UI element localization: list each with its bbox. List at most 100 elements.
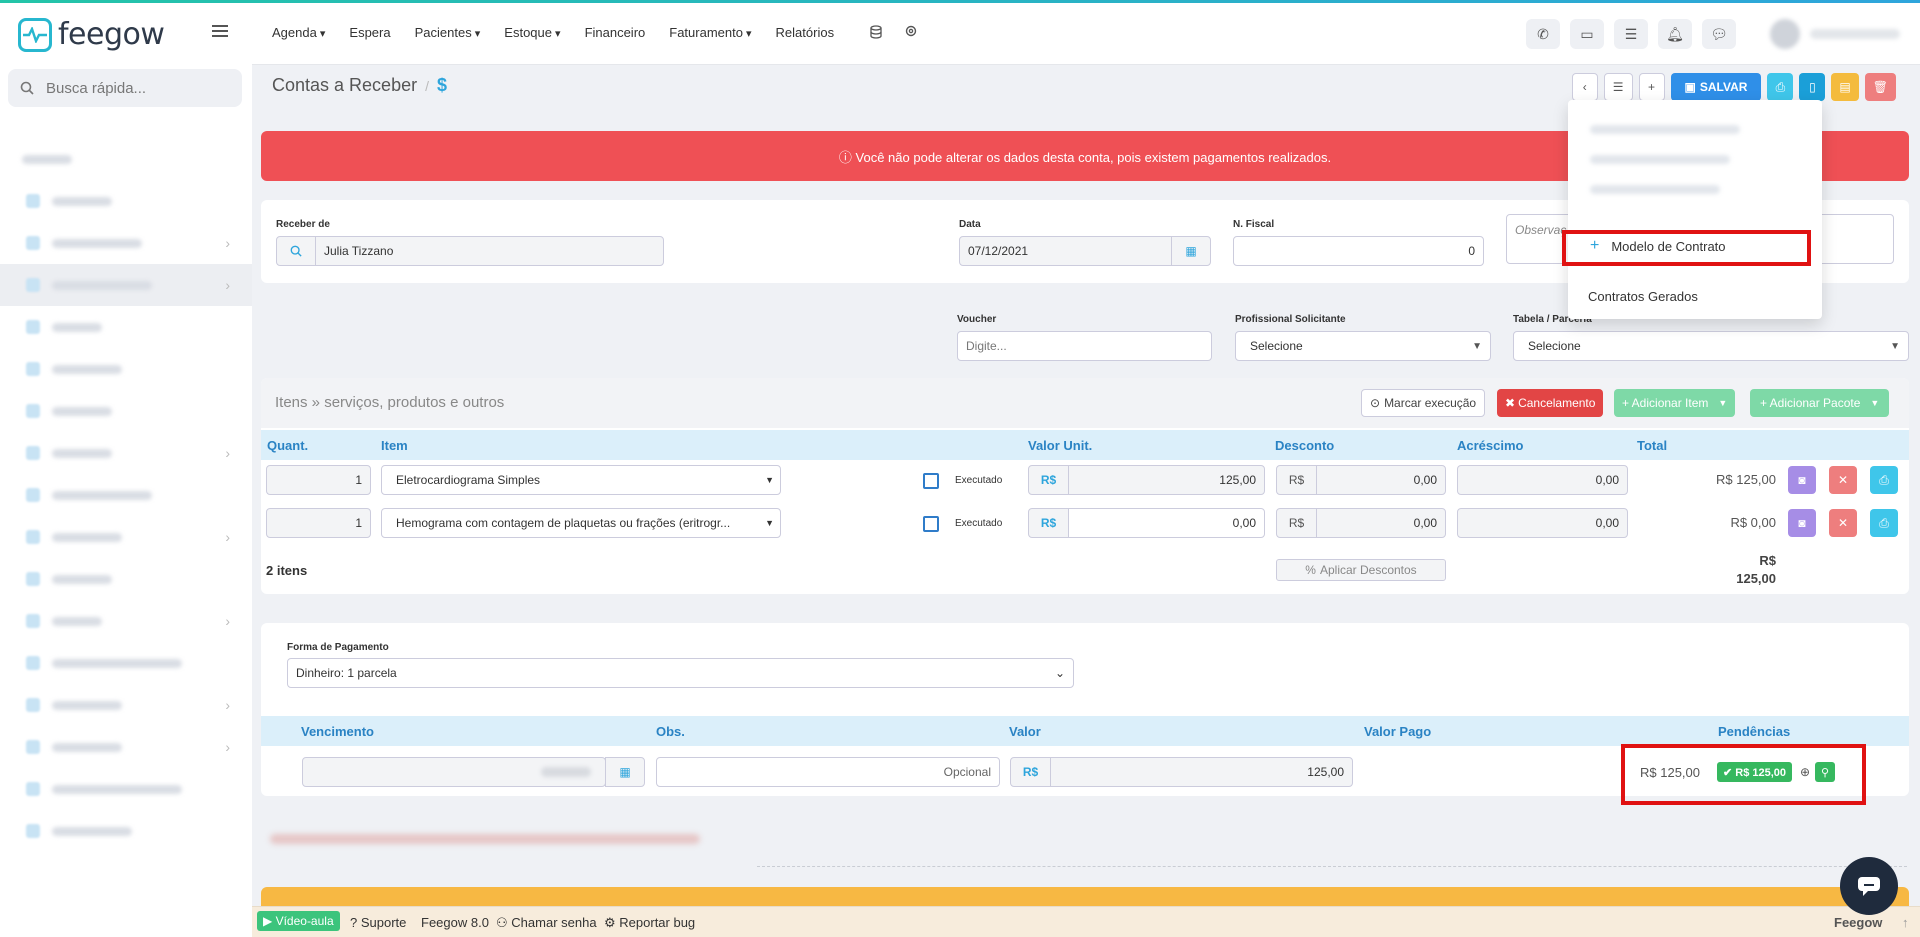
scroll-top-icon[interactable]: ↑ <box>1902 915 1909 930</box>
sidebar-item[interactable]: › <box>0 222 252 264</box>
phone-icon[interactable]: ✆ <box>1526 19 1560 49</box>
camera-button[interactable]: ◙ <box>1788 466 1816 494</box>
contratos-gerados-item[interactable]: Contratos Gerados <box>1588 289 1698 304</box>
sidebar-item[interactable] <box>0 180 252 222</box>
sidebar-item[interactable] <box>0 306 252 348</box>
desconto-value: 0,00 <box>1413 473 1437 487</box>
aplicar-descontos-button[interactable]: % Aplicar Descontos <box>1276 559 1446 581</box>
item-select[interactable]: Hemograma com contagem de plaquetas ou f… <box>381 508 781 538</box>
add-button[interactable]: + <box>1638 73 1665 101</box>
forma-pagamento-select[interactable]: Dinheiro: 1 parcela ⌄ <box>287 658 1074 688</box>
adicionar-pacote-button[interactable]: + Adicionar Pacote ▼ <box>1750 389 1890 417</box>
blurred-note <box>270 834 700 844</box>
nav-item-pacientes[interactable]: Pacientes <box>415 25 481 40</box>
tabela-select[interactable]: Selecione ▼ <box>1513 331 1909 361</box>
reportar-bug-link[interactable]: ⚙ Reportar bug <box>604 915 695 931</box>
print-row-button[interactable]: ⎙ <box>1870 509 1898 537</box>
quick-search-input[interactable]: Busca rápida... <box>8 69 242 107</box>
items-title: Itens » serviços, produtos e outros <box>275 394 505 411</box>
acrescimo-input[interactable]: 0,00 <box>1457 508 1628 538</box>
chat-icon[interactable]: 💬︎ <box>1702 19 1736 49</box>
file-button[interactable]: ▤ <box>1831 73 1859 101</box>
qty-input[interactable]: 1 <box>266 508 371 538</box>
sidebar-item[interactable] <box>0 768 252 810</box>
item-select[interactable]: Eletrocardiograma Simples ▼ <box>381 465 781 495</box>
sidebar-item[interactable] <box>0 138 252 180</box>
sidebar-item[interactable]: › <box>0 264 252 306</box>
valor-unit-input[interactable]: 125,00 <box>1068 465 1265 495</box>
marcar-execucao-button[interactable]: ⊙ Marcar execução <box>1361 389 1486 417</box>
calendar-icon[interactable]: ▦ <box>1171 236 1211 266</box>
chamar-senha-link[interactable]: ⚇ Chamar senha <box>496 915 597 931</box>
search-icon <box>20 81 34 95</box>
adicionar-item-button[interactable]: + Adicionar Item ▼ <box>1614 389 1736 417</box>
sidebar-item[interactable] <box>0 474 252 516</box>
qty-input[interactable]: 1 <box>266 465 371 495</box>
executado-checkbox[interactable] <box>923 473 939 489</box>
executado-label: Executado <box>955 475 1003 486</box>
blurred-menu-item[interactable] <box>1590 185 1720 194</box>
camera-button[interactable]: ◙ <box>1788 509 1816 537</box>
nav-item-relatórios[interactable]: Relatórios <box>776 25 835 40</box>
marcar-label: Marcar execução <box>1384 396 1477 410</box>
calendar-icon[interactable]: ▦ <box>605 757 645 787</box>
back-button[interactable]: ‹ <box>1571 73 1598 101</box>
nav-item-estoque[interactable]: Estoque <box>504 25 560 40</box>
remove-row-button[interactable]: ✕ <box>1829 466 1857 494</box>
delete-button[interactable]: 🗑︎ <box>1864 73 1896 101</box>
print-row-button[interactable]: ⎙ <box>1870 466 1898 494</box>
inbox-icon[interactable]: ▭ <box>1570 19 1604 49</box>
gear-icon[interactable] <box>904 24 918 41</box>
sidebar-item[interactable] <box>0 390 252 432</box>
blurred-menu-item[interactable] <box>1590 155 1730 164</box>
acrescimo-input[interactable]: 0,00 <box>1457 465 1628 495</box>
chat-icon <box>1858 877 1880 896</box>
bell-icon[interactable]: 🔔︎ <box>1658 19 1692 49</box>
video-aula-button[interactable]: ▶ Vídeo-aula <box>257 911 340 931</box>
voucher-input[interactable]: Digite... <box>957 331 1212 361</box>
obs-input[interactable]: Opcional <box>656 757 1000 787</box>
logo[interactable]: feegow <box>18 17 165 52</box>
sidebar-item[interactable] <box>0 642 252 684</box>
remove-row-button[interactable]: ✕ <box>1829 509 1857 537</box>
nav-item-faturamento[interactable]: Faturamento <box>669 25 751 40</box>
database-icon[interactable] <box>870 25 882 42</box>
vencimento-input[interactable] <box>302 757 606 787</box>
list-button[interactable]: ☰ <box>1603 73 1633 101</box>
close-icon: ✕ <box>1837 473 1849 487</box>
valor-unit-input[interactable]: 0,00 <box>1068 508 1265 538</box>
menu-toggle-icon[interactable] <box>212 25 228 37</box>
receber-input[interactable]: Julia Tizzano <box>315 236 664 266</box>
sidebar-item[interactable]: › <box>0 516 252 558</box>
chat-widget-button[interactable] <box>1840 857 1898 915</box>
valor-input[interactable]: 125,00 <box>1050 757 1353 787</box>
suporte-link[interactable]: ? Suporte <box>350 915 406 930</box>
sidebar-item[interactable] <box>0 348 252 390</box>
date-input[interactable]: 07/12/2021 <box>959 236 1172 266</box>
sidebar-item[interactable]: › <box>0 432 252 474</box>
sidebar-item[interactable] <box>0 810 252 852</box>
nfiscal-input[interactable]: 0 <box>1233 236 1484 266</box>
cancelamento-button[interactable]: ✖ Cancelamento <box>1497 389 1604 417</box>
desconto-input[interactable]: 0,00 <box>1316 465 1446 495</box>
sidebar-item[interactable] <box>0 558 252 600</box>
blurred-menu-item[interactable] <box>1590 125 1740 134</box>
tasks-icon[interactable]: ☰ <box>1614 19 1648 49</box>
user-name[interactable] <box>1810 29 1900 39</box>
sidebar-item[interactable]: › <box>0 684 252 726</box>
desconto-input[interactable]: 0,00 <box>1316 508 1446 538</box>
print-button[interactable]: ⎙ <box>1767 73 1794 101</box>
prof-select[interactable]: Selecione ▼ <box>1235 331 1491 361</box>
nav-item-espera[interactable]: Espera <box>349 25 390 40</box>
patient-search-icon[interactable] <box>276 236 316 266</box>
nav-item-financeiro[interactable]: Financeiro <box>585 25 646 40</box>
document-button[interactable]: ▯ <box>1799 73 1826 101</box>
sidebar-item[interactable]: › <box>0 600 252 642</box>
save-button[interactable]: ▣ SALVAR <box>1670 73 1762 101</box>
sidebar-item[interactable]: › <box>0 726 252 768</box>
desconto-currency-label: R$ <box>1288 516 1305 530</box>
executado-checkbox[interactable] <box>923 516 939 532</box>
nav-item-agenda[interactable]: Agenda <box>272 25 325 40</box>
avatar[interactable] <box>1770 19 1800 49</box>
valor-unit-value: 0,00 <box>1232 516 1256 530</box>
